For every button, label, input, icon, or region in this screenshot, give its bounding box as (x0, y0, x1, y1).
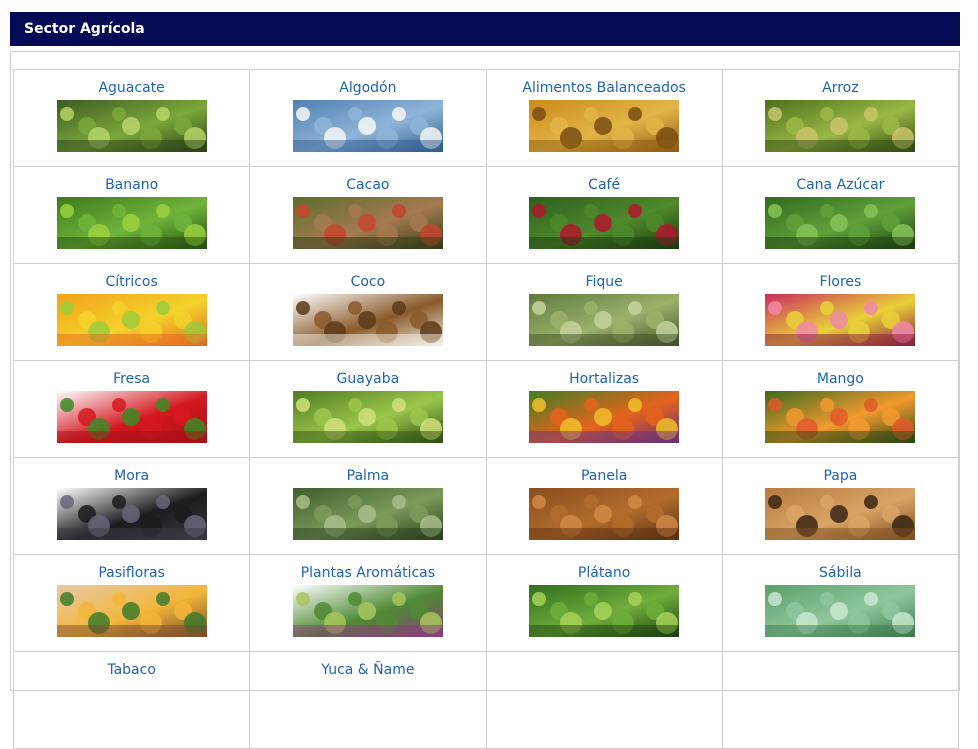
grid-row: Aguacate Algodón Alimentos Balanceados Arro… (12, 69, 960, 167)
link-arroz[interactable]: Arroz (723, 79, 958, 97)
link-sabila[interactable]: Sábila (723, 564, 958, 582)
link-alimentos-balanceados[interactable]: Alimentos Balanceados (487, 79, 722, 97)
grid-cell-yuca-name: Yuca & Ñame (249, 651, 487, 749)
grid-cell-guayaba: Guayaba (249, 360, 487, 458)
grid-cell-alimentos-balanceados: Alimentos Balanceados (485, 69, 723, 167)
grid-row: Mora Palma Panela Papa (12, 457, 960, 555)
grid-cell-algodon: Algodón (249, 69, 487, 167)
mora-image[interactable] (56, 488, 207, 540)
link-panela[interactable]: Panela (487, 467, 722, 485)
arroz-image[interactable] (765, 100, 916, 152)
grid-cell-mango: Mango (721, 360, 960, 458)
grid-cell-papa: Papa (721, 457, 960, 555)
link-banano[interactable]: Banano (14, 176, 249, 194)
cana-azucar-image[interactable] (765, 197, 916, 249)
grid-cell-plantas-aromaticas: Plantas Aromáticas (249, 554, 487, 652)
sabila-image[interactable] (765, 585, 916, 637)
mango-image[interactable] (765, 391, 916, 443)
panela-image[interactable] (529, 488, 680, 540)
grid-row: Banano Cacao Café Cana Azúcar (12, 166, 960, 264)
link-plantas-aromaticas[interactable]: Plantas Aromáticas (250, 564, 485, 582)
grid-cell-coco: Coco (249, 263, 487, 361)
grid-cell-banano: Banano (12, 166, 251, 264)
link-fique[interactable]: Fique (487, 273, 722, 291)
link-cana-azucar[interactable]: Cana Azúcar (723, 176, 958, 194)
link-tabaco[interactable]: Tabaco (14, 661, 249, 679)
grid-row: Cítricos Coco Fique Flores (12, 263, 960, 361)
hortalizas-image[interactable] (529, 391, 680, 443)
aguacate-image[interactable] (56, 100, 207, 152)
link-mora[interactable]: Mora (14, 467, 249, 485)
grid-cell-cana-azucar: Cana Azúcar (721, 166, 960, 264)
cacao-image[interactable] (292, 197, 443, 249)
grid-cell-fique: Fique (485, 263, 723, 361)
link-palma[interactable]: Palma (250, 467, 485, 485)
grid-cell-hortalizas: Hortalizas (485, 360, 723, 458)
plantas-aromaticas-image[interactable] (292, 585, 443, 637)
pasifloras-image[interactable] (56, 585, 207, 637)
link-papa[interactable]: Papa (723, 467, 958, 485)
grid-cell-panela: Panela (485, 457, 723, 555)
link-coco[interactable]: Coco (250, 273, 485, 291)
link-hortalizas[interactable]: Hortalizas (487, 370, 722, 388)
grid-cell-flores: Flores (721, 263, 960, 361)
grid-cell-tabaco: Tabaco (12, 651, 251, 749)
cafe-image[interactable] (529, 197, 680, 249)
link-fresa[interactable]: Fresa (14, 370, 249, 388)
grid-cell-palma: Palma (249, 457, 487, 555)
link-citricos[interactable]: Cítricos (14, 273, 249, 291)
sector-panel: Aguacate Algodón Alimentos Balanceados Arro… (10, 51, 960, 749)
grid-cell-aguacate: Aguacate (12, 69, 251, 167)
link-algodon[interactable]: Algodón (250, 79, 485, 97)
link-cacao[interactable]: Cacao (250, 176, 485, 194)
palma-image[interactable] (292, 488, 443, 540)
grid-cell-platano: Plátano (485, 554, 723, 652)
papa-image[interactable] (765, 488, 916, 540)
coco-image[interactable] (292, 294, 443, 346)
fique-image[interactable] (529, 294, 680, 346)
grid-row: Pasifloras Plantas Aromáticas Plátano Sábil… (12, 554, 960, 652)
link-flores[interactable]: Flores (723, 273, 958, 291)
empty-cell (721, 651, 960, 749)
banano-image[interactable] (56, 197, 207, 249)
link-platano[interactable]: Plátano (487, 564, 722, 582)
grid-row: Fresa Guayaba Hortalizas Mango (12, 360, 960, 458)
grid-cell-cacao: Cacao (249, 166, 487, 264)
guayaba-image[interactable] (292, 391, 443, 443)
link-aguacate[interactable]: Aguacate (14, 79, 249, 97)
grid-cell-arroz: Arroz (721, 69, 960, 167)
grid-cell-pasifloras: Pasifloras (12, 554, 251, 652)
grid-cell-sabila: Sábila (721, 554, 960, 652)
empty-cell (485, 651, 723, 749)
grid-cell-mora: Mora (12, 457, 251, 555)
header-title: Sector Agrícola (24, 21, 145, 37)
grid-cell-cafe: Café (485, 166, 723, 264)
grid-cell-fresa: Fresa (12, 360, 251, 458)
citricos-image[interactable] (56, 294, 207, 346)
alimentos-balanceados-image[interactable] (529, 100, 680, 152)
algodon-image[interactable] (292, 100, 443, 152)
page-header: Sector Agrícola (10, 12, 960, 46)
link-yuca-name[interactable]: Yuca & Ñame (250, 661, 485, 679)
flores-image[interactable] (765, 294, 916, 346)
grid-cell-citricos: Cítricos (12, 263, 251, 361)
link-guayaba[interactable]: Guayaba (250, 370, 485, 388)
grid-row: Tabaco Yuca & Ñame (12, 651, 960, 749)
link-pasifloras[interactable]: Pasifloras (14, 564, 249, 582)
link-cafe[interactable]: Café (487, 176, 722, 194)
fresa-image[interactable] (56, 391, 207, 443)
product-grid: Aguacate Algodón Alimentos Balanceados Arro… (12, 69, 960, 749)
platano-image[interactable] (529, 585, 680, 637)
link-mango[interactable]: Mango (723, 370, 958, 388)
